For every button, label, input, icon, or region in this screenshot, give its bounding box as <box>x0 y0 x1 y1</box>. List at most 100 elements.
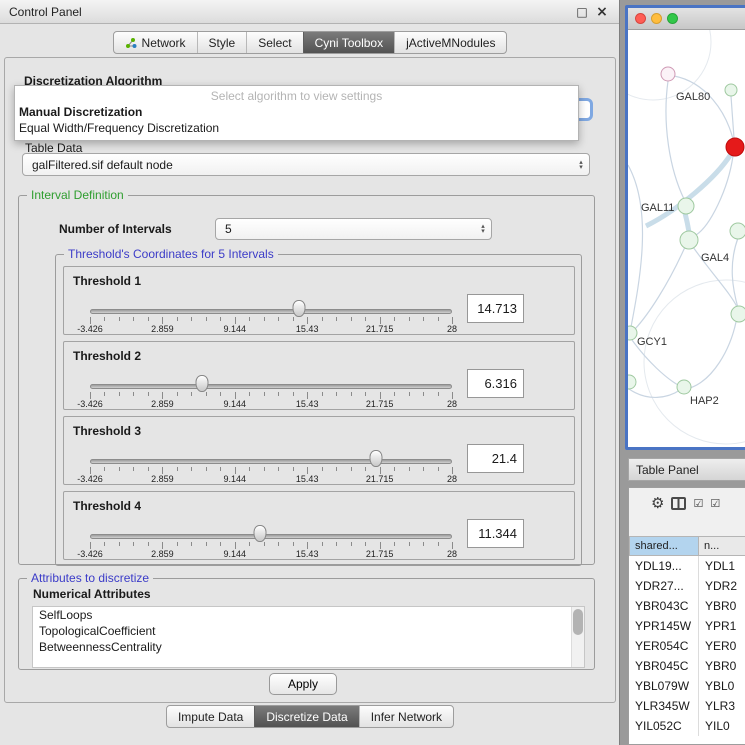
node-label[interactable]: GAL4 <box>701 252 729 264</box>
table-cell[interactable]: YIL052C <box>629 716 699 736</box>
table-row[interactable]: YER054CYER0 <box>629 636 745 656</box>
slider-tick <box>206 467 207 471</box>
slider-track[interactable] <box>90 534 452 539</box>
network-node[interactable] <box>730 223 745 239</box>
network-node[interactable] <box>677 380 691 394</box>
apply-button[interactable]: Apply <box>269 673 337 695</box>
threshold-1-value[interactable]: 14.713 <box>467 294 524 323</box>
table-cell[interactable]: YIL0 <box>699 716 745 736</box>
network-canvas[interactable]: GAL80 GAL11 GAL4 GCY1 HAP2 <box>628 30 745 450</box>
table-row[interactable]: YPR145WYPR1 <box>629 616 745 636</box>
slider-scale-label: 9.144 <box>224 474 247 484</box>
slider-track[interactable] <box>90 309 452 314</box>
dropdown-placeholder-item[interactable]: Select algorithm to view settings <box>15 88 578 104</box>
list-scrollbar[interactable] <box>571 607 584 667</box>
network-node[interactable] <box>731 306 745 322</box>
node-label[interactable]: GAL11 <box>641 202 674 214</box>
close-icon[interactable]: × <box>594 4 610 20</box>
combo-stepper-icon: ▴ ▾ <box>573 154 589 175</box>
table-cell[interactable]: YBR043C <box>629 596 699 616</box>
checkbox-select-icon[interactable]: ☑ <box>693 498 703 509</box>
table-cell[interactable]: YER054C <box>629 636 699 656</box>
network-node[interactable] <box>661 67 675 81</box>
tab-jactivemnodules[interactable]: jActiveMNodules <box>394 32 506 53</box>
slider-thumb[interactable] <box>196 375 209 392</box>
table-cell[interactable]: YPR1 <box>699 616 745 636</box>
table-row[interactable]: YDR27...YDR2 <box>629 576 745 596</box>
slider-thumb[interactable] <box>254 525 267 542</box>
table-cell[interactable]: YBR0 <box>699 596 745 616</box>
slider-tick <box>380 317 381 324</box>
tab-infer-network[interactable]: Infer Network <box>359 706 453 727</box>
slider-tick <box>452 542 453 549</box>
float-window-icon[interactable]: □ <box>574 5 590 19</box>
slider-thumb[interactable] <box>369 450 382 467</box>
tab-impute-data[interactable]: Impute Data <box>167 706 254 727</box>
table-cell[interactable]: YDR27... <box>629 576 699 596</box>
slider-thumb[interactable] <box>292 300 305 317</box>
tab-select[interactable]: Select <box>246 32 302 53</box>
attribute-item[interactable]: TopologicalCoefficient <box>33 623 570 639</box>
node-label[interactable]: GCY1 <box>637 336 667 348</box>
column-header-shared-name[interactable]: shared... <box>629 536 699 556</box>
columns-icon[interactable] <box>671 497 686 510</box>
table-cell[interactable]: YBR045C <box>629 656 699 676</box>
attribute-list[interactable]: SelfLoopsTopologicalCoefficientBetweenne… <box>32 606 585 668</box>
table-row[interactable]: YLR345WYLR3 <box>629 696 745 716</box>
selected-node[interactable] <box>726 138 744 156</box>
dropdown-option-equal-width[interactable]: Equal Width/Frequency Discretization <box>15 120 578 136</box>
slider-tick <box>278 392 279 396</box>
slider-track[interactable] <box>90 384 452 389</box>
scrollbar-thumb[interactable] <box>573 609 583 635</box>
mac-minimize-button[interactable] <box>651 13 662 24</box>
network-node[interactable] <box>628 326 637 340</box>
table-cell[interactable]: YDL19... <box>629 556 699 576</box>
attribute-item[interactable]: SelfLoops <box>33 607 570 623</box>
table-cell[interactable]: YPR145W <box>629 616 699 636</box>
table-cell[interactable]: YDL1 <box>699 556 745 576</box>
slider-tick <box>380 467 381 474</box>
network-node[interactable] <box>680 231 698 249</box>
table-cell[interactable]: YLR3 <box>699 696 745 716</box>
network-node[interactable] <box>725 84 737 96</box>
number-of-intervals-label: Number of Intervals <box>59 222 172 236</box>
threshold-2-value[interactable]: 6.316 <box>467 369 524 398</box>
mac-close-button[interactable] <box>635 13 646 24</box>
threshold-4-slider[interactable]: -3.4262.8599.14415.4321.71528 <box>90 492 452 561</box>
table-row[interactable]: YDL19...YDL1 <box>629 556 745 576</box>
table-row[interactable]: YIL052CYIL0 <box>629 716 745 736</box>
gear-icon[interactable]: ⚙ <box>651 496 664 511</box>
tab-style[interactable]: Style <box>197 32 247 53</box>
checkbox-filter-icon[interactable]: ☑ <box>710 498 720 509</box>
threshold-4-value[interactable]: 11.344 <box>467 519 524 548</box>
table-cell[interactable]: YBR0 <box>699 656 745 676</box>
table-data-combobox[interactable]: galFiltered.sif default node ▴ ▾ <box>22 153 590 176</box>
table-row[interactable]: YBL079WYBL0 <box>629 676 745 696</box>
dropdown-option-manual-discretization[interactable]: Manual Discretization <box>15 104 578 120</box>
mac-zoom-button[interactable] <box>667 13 678 24</box>
network-node[interactable] <box>678 198 694 214</box>
slider-track[interactable] <box>90 459 452 464</box>
table-cell[interactable]: YDR2 <box>699 576 745 596</box>
attribute-item[interactable]: BetweennessCentrality <box>33 639 570 655</box>
node-label[interactable]: GAL80 <box>676 91 710 103</box>
tab-label: Discretize Data <box>266 710 347 724</box>
column-header-name[interactable]: n... <box>699 536 745 556</box>
threshold-3-value[interactable]: 21.4 <box>467 444 524 473</box>
threshold-3-slider[interactable]: -3.4262.8599.14415.4321.71528 <box>90 417 452 486</box>
slider-tick <box>220 392 221 396</box>
table-row[interactable]: YBR043CYBR0 <box>629 596 745 616</box>
table-cell[interactable]: YER0 <box>699 636 745 656</box>
threshold-2-slider[interactable]: -3.4262.8599.14415.4321.71528 <box>90 342 452 411</box>
tab-cyni-toolbox[interactable]: Cyni Toolbox <box>303 32 394 53</box>
table-cell[interactable]: YBL0 <box>699 676 745 696</box>
node-label[interactable]: HAP2 <box>690 395 719 407</box>
number-of-intervals-combobox[interactable]: 5 ▴ ▾ <box>215 218 492 240</box>
threshold-1-slider[interactable]: -3.4262.8599.14415.4321.71528 <box>90 267 452 336</box>
tab-discretize-data[interactable]: Discretize Data <box>254 706 358 727</box>
table-row[interactable]: YBR045CYBR0 <box>629 656 745 676</box>
table-cell[interactable]: YLR345W <box>629 696 699 716</box>
network-node[interactable] <box>628 375 636 389</box>
tab-network[interactable]: Network <box>114 32 197 53</box>
table-cell[interactable]: YBL079W <box>629 676 699 696</box>
